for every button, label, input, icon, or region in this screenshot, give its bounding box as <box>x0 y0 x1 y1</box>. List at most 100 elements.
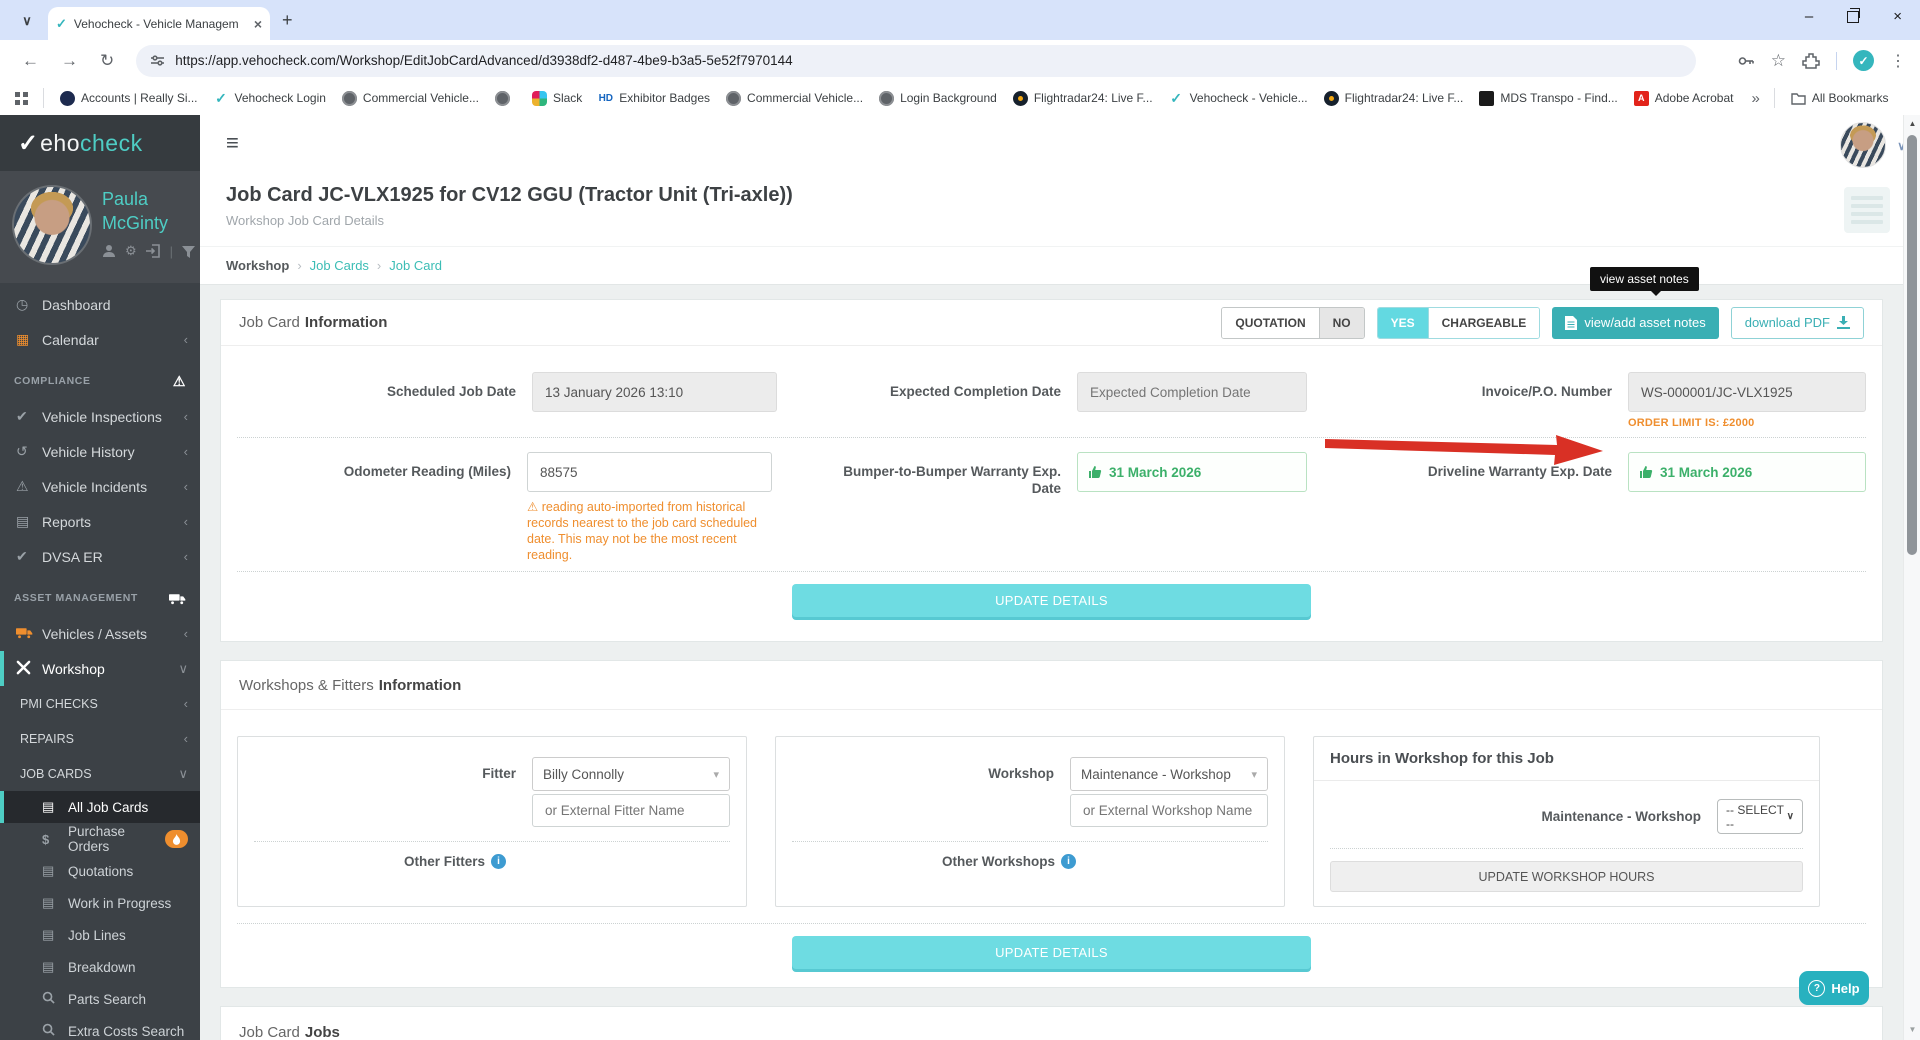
apps-grid-icon[interactable] <box>14 91 29 106</box>
scroll-up-icon[interactable]: ▲ <box>1904 119 1920 128</box>
chargeable-toggle-label[interactable]: CHARGEABLE <box>1427 307 1540 338</box>
sidebar-item-all-job-cards[interactable]: ▤ All Job Cards <box>0 791 200 823</box>
back-icon[interactable]: ← <box>22 51 39 71</box>
bookmark-commercial-vehicle-2[interactable]: Commercial Vehicle... <box>726 90 863 106</box>
sidebar-toggle-icon[interactable]: ≡ <box>226 130 239 156</box>
workshop-hours-select[interactable]: -- SELECT -- ∨ <box>1717 799 1803 834</box>
bookmark-commercial-vehicle[interactable]: Commercial Vehicle... <box>341 90 479 106</box>
bookmark-untitled[interactable] <box>494 90 516 106</box>
passwords-key-icon[interactable] <box>1737 52 1755 70</box>
sidebar-item-vehicle-history[interactable]: ↺ Vehicle History ‹ <box>0 434 200 469</box>
driveline-warranty-date-field[interactable]: 31 March 2026 <box>1628 452 1866 492</box>
browser-tab[interactable]: ✓ Vehocheck - Vehicle Managem × <box>48 7 270 40</box>
avatar[interactable] <box>1840 122 1886 168</box>
update-workshop-hours-button[interactable]: UPDATE WORKSHOP HOURS <box>1330 861 1803 892</box>
extensions-icon[interactable] <box>1802 52 1820 70</box>
quotation-toggle[interactable]: QUOTATION NO <box>1221 306 1365 339</box>
quotation-toggle-label[interactable]: QUOTATION <box>1222 307 1319 338</box>
refresh-icon[interactable]: ↻ <box>100 51 114 71</box>
page-scrollbar[interactable]: ▲ ▼ <box>1903 115 1920 1040</box>
view-add-asset-notes-button[interactable]: view/add asset notes <box>1552 306 1719 339</box>
sidebar-item-repairs[interactable]: REPAIRS ‹ <box>0 721 200 756</box>
sidebar-item-parts-search[interactable]: Parts Search <box>0 983 200 1015</box>
fitter-select[interactable]: Billy Connolly ▾ <box>532 757 730 791</box>
window-minimize-button[interactable]: – <box>1805 8 1813 25</box>
info-icon[interactable]: i <box>1061 854 1077 869</box>
fitter-box: Fitter Billy Connolly ▾ or External Fitt… <box>237 736 747 907</box>
expected-completion-date-input[interactable] <box>1077 372 1307 412</box>
breadcrumb-job-card[interactable]: Job Card <box>389 258 442 273</box>
profile-icon[interactable] <box>102 244 116 258</box>
bookmark-login-background[interactable]: Login Background <box>879 90 997 106</box>
invoice-po-number-input[interactable] <box>1628 372 1866 412</box>
breadcrumb-job-cards[interactable]: Job Cards <box>310 258 369 273</box>
fitter-label: Fitter <box>482 766 516 781</box>
dollar-icon: $ <box>42 831 50 847</box>
site-settings-icon[interactable] <box>150 53 165 68</box>
scrollbar-thumb[interactable] <box>1907 135 1917 555</box>
sidebar-item-vehicles-assets[interactable]: Vehicles / Assets ‹ <box>0 616 200 651</box>
bookmarks-overflow-icon[interactable]: » <box>1751 90 1759 107</box>
update-details-button[interactable]: UPDATE DETAILS <box>792 936 1311 969</box>
scroll-down-icon[interactable]: ▼ <box>1904 1025 1920 1034</box>
tab-search-button[interactable]: ∨ <box>14 8 40 34</box>
bookmark-slack[interactable]: Slack <box>531 90 582 106</box>
update-details-button[interactable]: UPDATE DETAILS <box>792 584 1311 617</box>
sidebar-item-breakdown[interactable]: ▤ Breakdown <box>0 951 200 983</box>
download-pdf-button[interactable]: download PDF <box>1730 306 1864 339</box>
bookmark-accounts[interactable]: Accounts | Really Si... <box>60 90 198 106</box>
window-close-button[interactable]: × <box>1893 8 1902 25</box>
bookmark-star-icon[interactable]: ☆ <box>1771 51 1786 71</box>
chargeable-toggle[interactable]: YES CHARGEABLE <box>1376 306 1541 339</box>
filter-icon[interactable] <box>182 245 196 258</box>
sidebar-item-vehicle-inspections[interactable]: ✔ Vehicle Inspections ‹ <box>0 399 200 434</box>
quotation-toggle-value[interactable]: NO <box>1318 307 1364 338</box>
window-restore-button[interactable] <box>1847 7 1861 23</box>
tab-close-icon[interactable]: × <box>254 16 262 32</box>
scheduled-job-date-input[interactable] <box>532 372 777 412</box>
sidebar-item-extra-costs-search[interactable]: Extra Costs Search <box>0 1015 200 1040</box>
search-icon <box>42 991 68 1007</box>
chargeable-toggle-value[interactable]: YES <box>1377 307 1428 338</box>
workshop-select[interactable]: Maintenance - Workshop ▾ <box>1070 757 1268 791</box>
bookmark-vehocheck-vehicle[interactable]: ✓ Vehocheck - Vehicle... <box>1169 90 1307 106</box>
help-button[interactable]: ? Help <box>1799 971 1869 1005</box>
odometer-reading-input[interactable] <box>527 452 772 492</box>
bookmark-vehocheck-login[interactable]: ✓ Vehocheck Login <box>214 90 326 106</box>
sidebar-item-reports[interactable]: ▤ Reports ‹ <box>0 504 200 539</box>
logout-icon[interactable] <box>145 244 161 258</box>
sidebar-item-pmi-checks[interactable]: PMI CHECKS ‹ <box>0 686 200 721</box>
bookmarks-divider <box>1773 88 1775 108</box>
bookmark-adobe-acrobat[interactable]: A Adobe Acrobat <box>1633 90 1733 106</box>
sidebar-item-job-cards[interactable]: JOB CARDS ∨ <box>0 756 200 791</box>
row-divider <box>237 571 1866 572</box>
sidebar-item-quotations[interactable]: ▤ Quotations <box>0 855 200 887</box>
external-fitter-input[interactable] <box>532 794 730 827</box>
page-content: Job Card Information QUOTATION NO YES CH… <box>200 285 1920 1040</box>
all-bookmarks-button[interactable]: All Bookmarks <box>1791 91 1889 105</box>
sidebar-item-dvsa-er[interactable]: ✔ DVSA ER ‹ <box>0 539 200 574</box>
avatar[interactable] <box>12 185 92 265</box>
forward-icon[interactable]: → <box>61 51 78 71</box>
sidebar-item-vehicle-incidents[interactable]: ⚠ Vehicle Incidents ‹ <box>0 469 200 504</box>
settings-gear-icon[interactable]: ⚙ <box>125 243 137 259</box>
url-bar[interactable]: https://app.vehocheck.com/Workshop/EditJ… <box>136 44 1697 77</box>
sidebar-item-job-lines[interactable]: ▤ Job Lines <box>0 919 200 951</box>
bumper-warranty-date-field[interactable]: 31 March 2026 <box>1077 452 1307 492</box>
sidebar-item-dashboard[interactable]: ◷ Dashboard <box>0 287 200 322</box>
sidebar: ✓ eho check Paula McGinty ⚙ | ◷ Dashboar… <box>0 115 200 1040</box>
bookmark-exhibitor-badges[interactable]: HD Exhibitor Badges <box>598 91 710 106</box>
sidebar-item-work-in-progress[interactable]: ▤ Work in Progress <box>0 887 200 919</box>
bookmark-flightradar24-2[interactable]: Flightradar24: Live F... <box>1323 90 1463 106</box>
browser-menu-icon[interactable]: ⋮ <box>1890 51 1906 71</box>
bookmark-mds-transpo[interactable]: MDS Transpo - Find... <box>1479 90 1618 106</box>
vehocheck-logo[interactable]: ✓ eho check <box>0 115 200 171</box>
bookmark-flightradar24[interactable]: Flightradar24: Live F... <box>1012 90 1153 106</box>
sidebar-item-workshop[interactable]: Workshop ∨ <box>0 651 200 686</box>
sidebar-item-purchase-orders[interactable]: $ Purchase Orders <box>0 823 200 855</box>
external-workshop-input[interactable] <box>1070 794 1268 827</box>
info-icon[interactable]: i <box>491 854 507 869</box>
sidebar-item-calendar[interactable]: ▦ Calendar ‹ <box>0 322 200 357</box>
new-tab-button[interactable]: + <box>282 10 293 31</box>
vehocheck-extension-icon[interactable]: ✓ <box>1853 50 1874 71</box>
